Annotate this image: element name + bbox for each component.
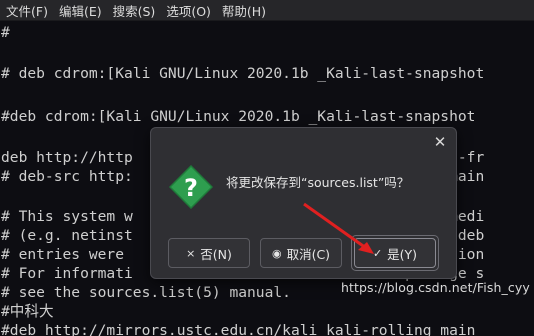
editor-line: #中科大	[1, 303, 54, 320]
editor-line: #deb http://mirrors.ustc.edu.cn/kali kal…	[1, 322, 476, 336]
close-icon: ×	[186, 246, 196, 260]
menu-search[interactable]: 搜索(S)	[107, 1, 161, 20]
no-button[interactable]: × 否(N)	[168, 238, 250, 268]
menu-file[interactable]: 文件(F)	[0, 1, 53, 20]
no-button-label: 否(N)	[200, 246, 232, 262]
question-icon: ?	[169, 165, 213, 209]
yes-button-label: 是(Y)	[387, 246, 418, 262]
stop-icon: ◉	[271, 246, 282, 260]
editor-line: #	[1, 24, 10, 41]
svg-text:?: ?	[184, 174, 198, 202]
editor-line: # deb cdrom:[Kali GNU/Linux 2020.1b _Kal…	[1, 65, 485, 82]
menu-options[interactable]: 选项(O)	[160, 1, 216, 20]
editor-line: # see the sources.list(5) manual.	[1, 284, 291, 301]
menu-bar: 文件(F) 编辑(E) 搜索(S) 选项(O) 帮助(H)	[0, 0, 534, 21]
close-icon[interactable]: ✕	[432, 134, 448, 150]
editor-line: #deb cdrom:[Kali GNU/Linux 2020.1b _Kali…	[1, 108, 476, 125]
annotation-arrow-icon	[303, 202, 374, 254]
dialog-message: 将更改保存到“sources.list”吗？	[226, 175, 410, 190]
menu-edit[interactable]: 编辑(E)	[53, 1, 107, 20]
watermark: https://blog.csdn.net/Fish_cyy	[341, 280, 530, 295]
menu-help[interactable]: 帮助(H)	[216, 1, 271, 20]
